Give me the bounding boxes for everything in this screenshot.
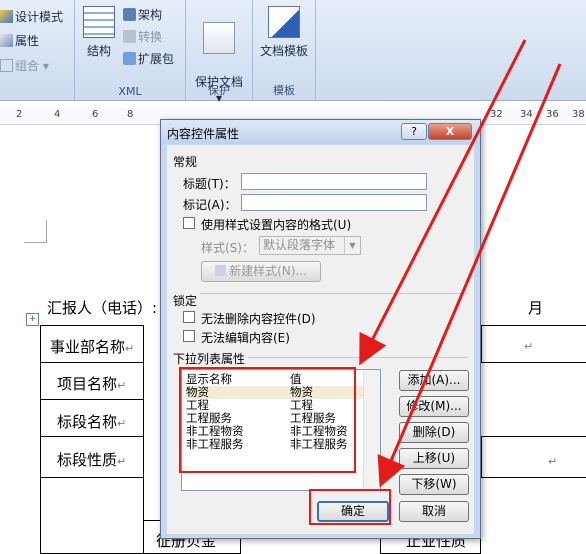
annotation-arrow-to-ok (377, 63, 562, 488)
annotation-arrows (359, 39, 562, 488)
